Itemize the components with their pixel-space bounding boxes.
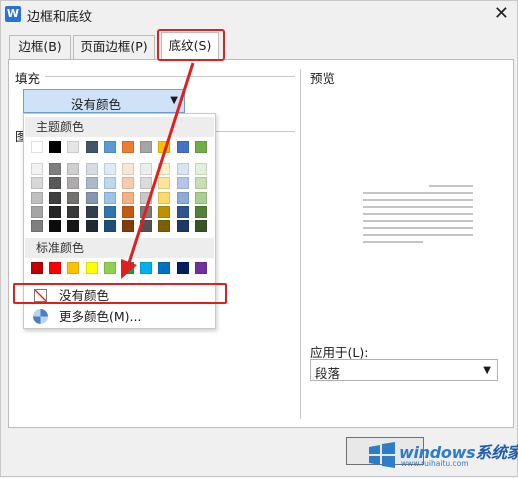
annotation-arrow — [121, 62, 195, 279]
windows-logo-icon — [369, 442, 395, 468]
watermark-brand-b: 系统家园 — [475, 443, 518, 462]
watermark: windows系统家园 www.ruihaitu.com — [367, 437, 518, 473]
borders-shading-dialog: W 边框和底纹 ✕ 边框(B) 页面边框(P) 底纹(S) 填充 没有颜色 ▼ … — [0, 0, 518, 477]
watermark-url: www.ruihaitu.com — [401, 459, 469, 468]
